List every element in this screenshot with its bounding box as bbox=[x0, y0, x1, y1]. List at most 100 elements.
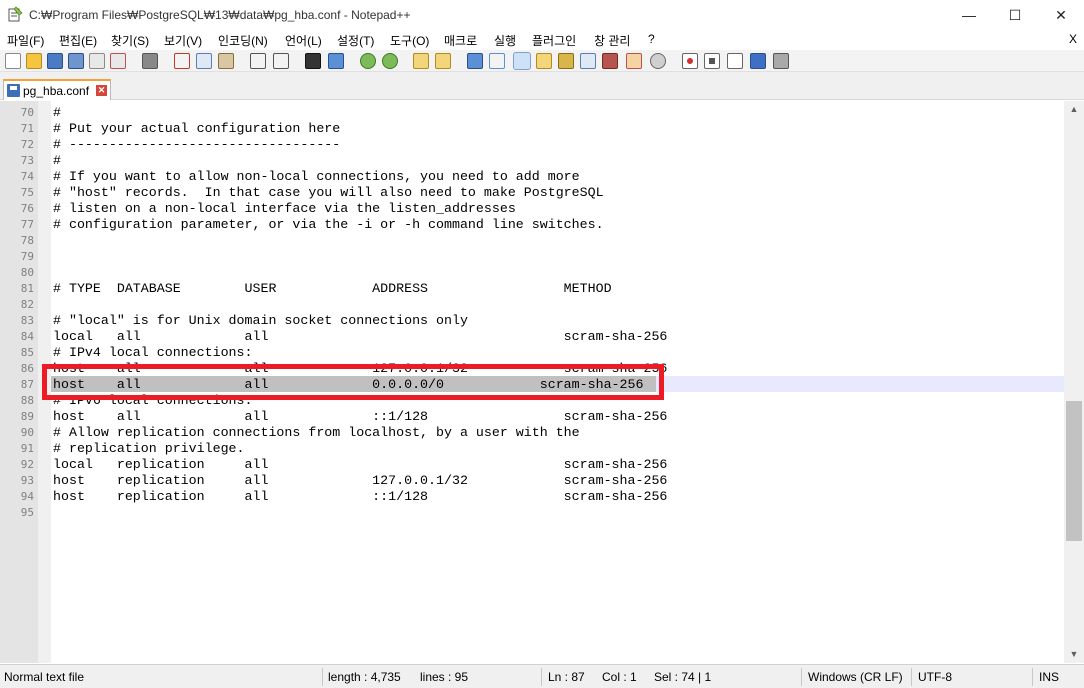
menu-search[interactable]: 찾기(S) bbox=[111, 32, 149, 49]
sync-horizontal-icon[interactable] bbox=[435, 53, 451, 69]
menu-file[interactable]: 파일(F) bbox=[7, 32, 44, 49]
menu-language[interactable]: 언어(L) bbox=[285, 32, 322, 49]
line-text: # listen on a non-local interface via th… bbox=[53, 201, 516, 216]
document-map-icon[interactable] bbox=[558, 53, 574, 69]
sync-vertical-icon[interactable] bbox=[413, 53, 429, 69]
new-file-icon[interactable] bbox=[5, 53, 21, 69]
open-file-icon[interactable] bbox=[26, 53, 42, 69]
editor-area[interactable]: 70 #71 # Put your actual configuration her… bbox=[0, 101, 1084, 663]
close-all-icon[interactable] bbox=[110, 53, 126, 69]
status-insert-mode[interactable]: INS bbox=[1039, 670, 1059, 684]
minimize-button[interactable]: — bbox=[946, 0, 992, 30]
copy-icon[interactable] bbox=[196, 53, 212, 69]
line-number: 92 bbox=[20, 458, 34, 471]
status-separator bbox=[541, 668, 542, 686]
code-line[interactable]: 74 # If you want to allow non-local conne… bbox=[21, 168, 1064, 184]
save-all-icon[interactable] bbox=[68, 53, 84, 69]
line-number: 90 bbox=[20, 426, 34, 439]
line-number: 74 bbox=[20, 170, 34, 183]
show-all-chars-icon[interactable] bbox=[489, 53, 505, 69]
code-line[interactable]: 77 # configuration parameter, or via the … bbox=[21, 216, 1064, 232]
zoom-out-icon[interactable] bbox=[382, 53, 398, 69]
menu-window[interactable]: 창 관리 bbox=[594, 32, 630, 49]
menu-edit[interactable]: 편집(E) bbox=[59, 32, 97, 49]
cut-icon[interactable] bbox=[174, 53, 190, 69]
close-window-button[interactable]: ✕ bbox=[1038, 0, 1084, 30]
menu-tools[interactable]: 도구(O) bbox=[390, 32, 429, 49]
code-line[interactable]: 92 local replication all scram-sha-256 bbox=[21, 456, 1064, 472]
code-line[interactable]: 81 # TYPE DATABASE USER ADDRESS METHOD bbox=[21, 280, 1064, 296]
close-document-button[interactable]: X bbox=[1069, 32, 1077, 46]
line-text: # Put your actual configuration here bbox=[53, 121, 341, 136]
scrollbar-thumb[interactable] bbox=[1066, 401, 1082, 541]
find-icon[interactable] bbox=[305, 53, 321, 69]
save-icon[interactable] bbox=[47, 53, 63, 69]
code-line[interactable]: 82 bbox=[21, 296, 1064, 312]
line-text: local all all scram-sha-256 bbox=[53, 329, 668, 344]
code-line[interactable]: 85 # IPv4 local connections: bbox=[21, 344, 1064, 360]
code-line[interactable]: 79 bbox=[21, 248, 1064, 264]
menu-run[interactable]: 실행 bbox=[494, 32, 516, 49]
menu-help[interactable]: ? bbox=[648, 32, 655, 46]
monitoring-icon[interactable] bbox=[650, 53, 666, 69]
menu-macro[interactable]: 매크로 bbox=[444, 32, 477, 49]
paste-icon[interactable] bbox=[218, 53, 234, 69]
code-line[interactable]: 93 host replication all 127.0.0.1/32 scra… bbox=[21, 472, 1064, 488]
maximize-button[interactable]: ☐ bbox=[992, 0, 1038, 30]
status-lines: lines : 95 bbox=[420, 670, 469, 684]
udl-icon[interactable] bbox=[536, 53, 552, 69]
stop-macro-icon[interactable] bbox=[704, 53, 720, 69]
vertical-scrollbar[interactable]: ▲ ▼ bbox=[1064, 101, 1084, 663]
menu-plugins[interactable]: 플러그인 bbox=[532, 32, 576, 49]
code-line[interactable]: 91 # replication privilege. bbox=[21, 440, 1064, 456]
line-text: # bbox=[53, 153, 61, 168]
print-icon[interactable] bbox=[142, 53, 158, 69]
code-line[interactable]: 94 host replication all ::1/128 scram-sha… bbox=[21, 488, 1064, 504]
word-wrap-icon[interactable] bbox=[467, 53, 483, 69]
code-line[interactable]: 86 host all all 127.0.0.1/32 scram-sha-25… bbox=[21, 360, 1064, 376]
run-macro-multiple-icon[interactable] bbox=[750, 53, 766, 69]
scroll-down-icon[interactable]: ▼ bbox=[1064, 646, 1084, 663]
status-eol: Windows (CR LF) bbox=[808, 670, 903, 684]
tab-pg-hba-conf[interactable]: pg_hba.conf ✕ bbox=[3, 79, 111, 100]
replace-icon[interactable] bbox=[328, 53, 344, 69]
code-line[interactable]: 76 # listen on a non-local interface via … bbox=[21, 200, 1064, 216]
scroll-up-icon[interactable]: ▲ bbox=[1064, 101, 1084, 118]
redo-icon[interactable] bbox=[273, 53, 289, 69]
status-file-type: Normal text file bbox=[4, 670, 85, 684]
menu-view[interactable]: 보기(V) bbox=[164, 32, 202, 49]
code-line[interactable]: 71 # Put your actual configuration here bbox=[21, 120, 1064, 136]
code-line[interactable]: 88 # IPv6 local connections: bbox=[21, 392, 1064, 408]
code-line[interactable]: 84 local all all scram-sha-256 bbox=[21, 328, 1064, 344]
code-view[interactable]: 70 #71 # Put your actual configuration her… bbox=[21, 101, 1064, 663]
code-line[interactable]: 83 # "local" is for Unix domain socket co… bbox=[21, 312, 1064, 328]
code-line[interactable]: 90 # Allow replication connections from l… bbox=[21, 424, 1064, 440]
save-macro-icon[interactable] bbox=[773, 53, 789, 69]
play-macro-icon[interactable] bbox=[727, 53, 743, 69]
tab-close-icon[interactable]: ✕ bbox=[96, 85, 107, 96]
close-file-icon[interactable] bbox=[89, 53, 105, 69]
code-line[interactable]: 80 bbox=[21, 264, 1064, 280]
undo-icon[interactable] bbox=[250, 53, 266, 69]
code-line[interactable]: 95 bbox=[21, 504, 1064, 520]
code-line[interactable]: 78 bbox=[21, 232, 1064, 248]
code-line[interactable]: 72 # ---------------------------------- bbox=[21, 136, 1064, 152]
line-number: 89 bbox=[20, 410, 34, 423]
indent-guide-icon[interactable] bbox=[513, 52, 531, 70]
line-text: # bbox=[53, 105, 61, 120]
folder-workspace-icon[interactable] bbox=[602, 53, 618, 69]
zoom-in-icon[interactable] bbox=[360, 53, 376, 69]
code-line[interactable]: 75 # "host" records. In that case you wil… bbox=[21, 184, 1064, 200]
code-line[interactable]: 70 # bbox=[21, 104, 1064, 120]
line-number: 76 bbox=[20, 202, 34, 215]
function-list-icon[interactable] bbox=[580, 53, 596, 69]
menu-encoding[interactable]: 인코딩(N) bbox=[218, 32, 268, 49]
code-line[interactable]: 87 host all all 0.0.0.0/0 scram-sha-256 bbox=[21, 376, 1064, 392]
tab-bar: pg_hba.conf ✕ bbox=[0, 72, 1084, 100]
menu-settings[interactable]: 설정(T) bbox=[337, 32, 374, 49]
code-line[interactable]: 89 host all all ::1/128 scram-sha-256 bbox=[21, 408, 1064, 424]
document-list-icon[interactable] bbox=[626, 53, 642, 69]
record-macro-icon[interactable] bbox=[682, 53, 698, 69]
code-line[interactable]: 73 # bbox=[21, 152, 1064, 168]
line-number: 82 bbox=[20, 298, 34, 311]
